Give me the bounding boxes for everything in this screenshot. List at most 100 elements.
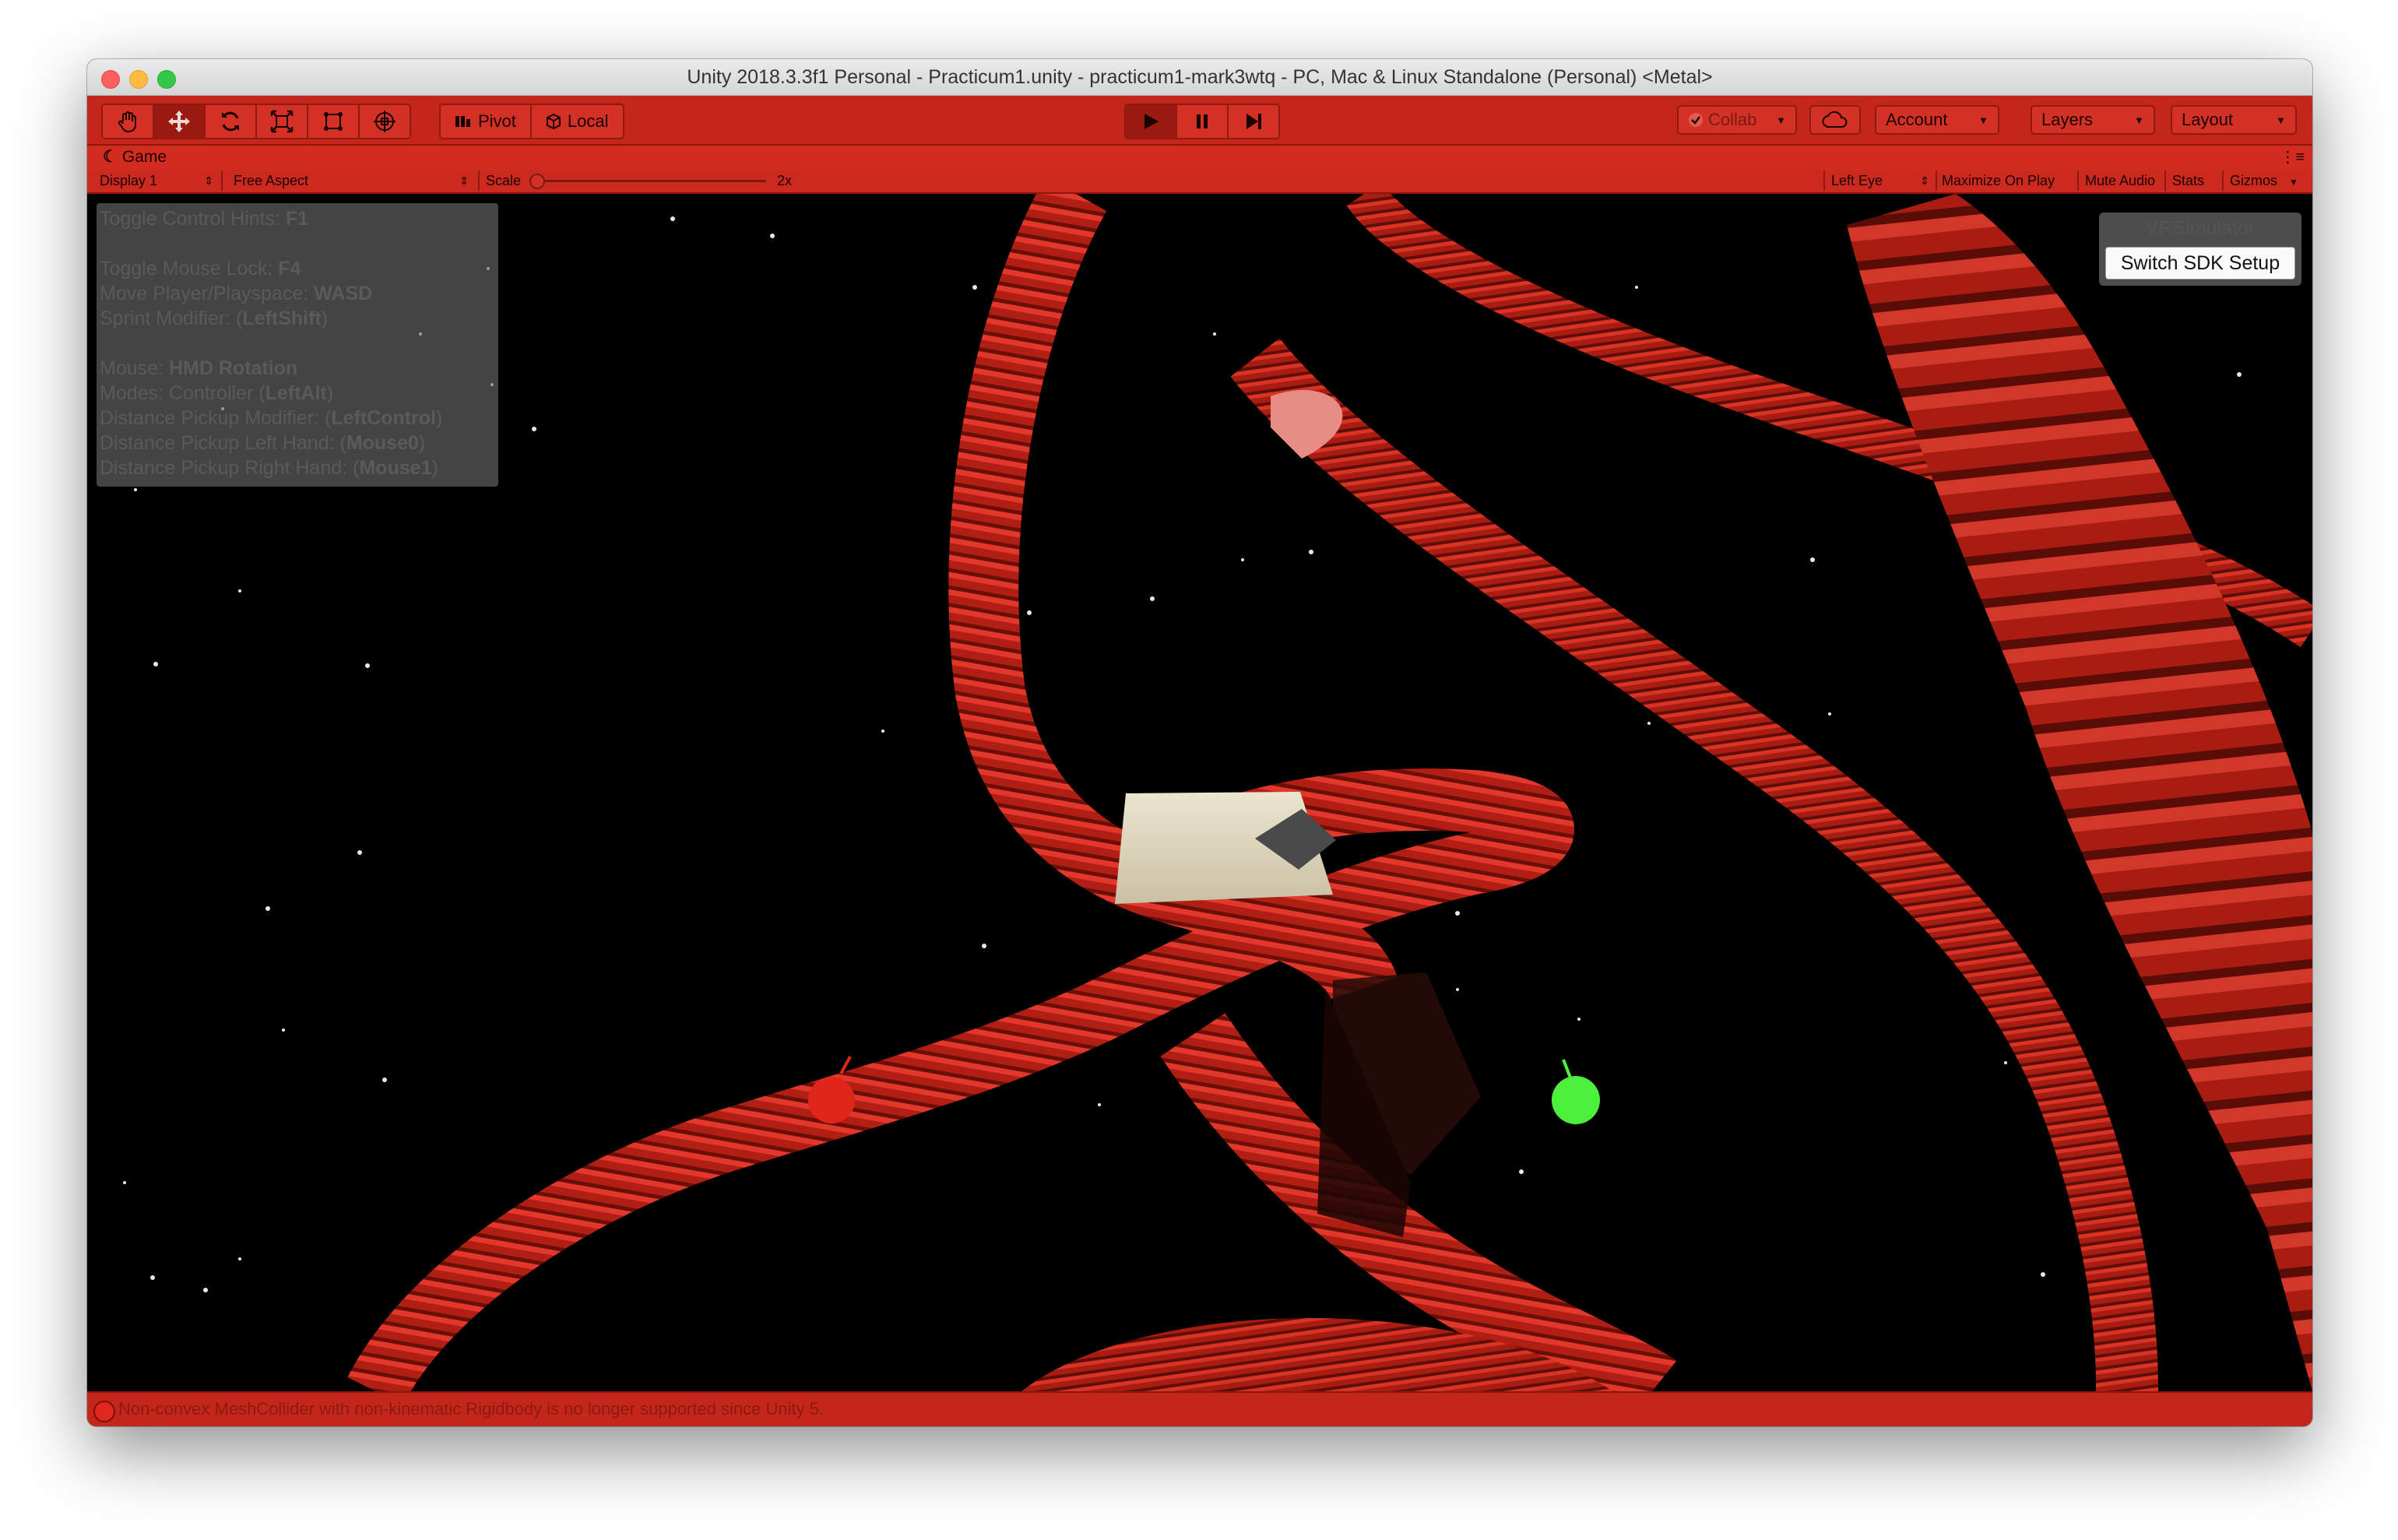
play-icon bbox=[1144, 114, 1159, 129]
hint-key: F1 bbox=[286, 208, 309, 230]
account-label: Account bbox=[1886, 110, 1948, 129]
pivot-label: Pivot bbox=[478, 111, 516, 131]
main-toolbar: Pivot Local Collab ▼ Account ▼ Layers ▼ … bbox=[87, 96, 2312, 146]
pause-icon bbox=[1197, 114, 1208, 128]
local-button[interactable]: Local bbox=[532, 105, 623, 138]
gizmos-label: Gizmos bbox=[2230, 173, 2278, 188]
gizmos-dropdown[interactable]: Gizmos ▼ bbox=[2230, 169, 2298, 192]
hint-key: LeftAlt bbox=[265, 382, 327, 404]
error-icon bbox=[93, 1401, 115, 1422]
scale-icon bbox=[270, 110, 294, 133]
game-viewport[interactable]: Toggle Control Hints: F1 Toggle Mouse Lo… bbox=[87, 194, 2312, 1391]
rect-tool-button[interactable] bbox=[308, 105, 360, 138]
control-hints-panel: Toggle Control Hints: F1 Toggle Mouse Lo… bbox=[97, 203, 498, 487]
transform-icon bbox=[374, 111, 396, 132]
chevron-down-icon: ▼ bbox=[2134, 114, 2144, 126]
game-tab-bar: ☾ Game ⋮≡ bbox=[87, 146, 2312, 169]
pause-button[interactable] bbox=[1177, 105, 1229, 138]
chevron-down-icon: ▼ bbox=[2276, 114, 2286, 126]
hint-text: Move Player/Playspace: bbox=[100, 283, 315, 304]
vr-simulator-title: VRSimulator bbox=[2145, 217, 2256, 239]
maximize-on-play-toggle[interactable]: Maximize On Play bbox=[1942, 169, 2055, 192]
hint-text: ) bbox=[321, 308, 329, 329]
hint-text: Distance Pickup Right Hand: ( bbox=[100, 457, 360, 479]
panel-menu-icon[interactable]: ⋮≡ bbox=[2280, 147, 2305, 167]
hint-key: HMD Rotation bbox=[168, 357, 298, 379]
mute-audio-toggle[interactable]: Mute Audio bbox=[2085, 169, 2155, 192]
hint-text: Sprint Modifier: ( bbox=[100, 308, 243, 329]
aspect-dropdown[interactable]: Free Aspect ⇕ bbox=[234, 169, 472, 192]
hint-text: ) bbox=[326, 382, 334, 404]
game-icon: ☾ bbox=[103, 148, 118, 166]
game-view-bar: Display 1 ⇕ Free Aspect ⇕ Scale 2x Left … bbox=[87, 169, 2312, 194]
display-dropdown[interactable]: Display 1 ⇕ bbox=[100, 169, 216, 192]
divider bbox=[478, 171, 480, 191]
hint-key: WASD bbox=[314, 283, 373, 304]
hint-key: Mouse0 bbox=[346, 432, 419, 454]
updown-icon: ⇕ bbox=[1920, 174, 1929, 187]
divider bbox=[1823, 171, 1825, 191]
hint-key: F4 bbox=[278, 258, 301, 280]
scale-slider-thumb[interactable] bbox=[529, 174, 545, 189]
eye-dropdown[interactable]: Left Eye ⇕ bbox=[1831, 169, 1932, 192]
step-button[interactable] bbox=[1229, 105, 1278, 138]
transform-tools bbox=[101, 104, 411, 139]
transform-tool-button[interactable] bbox=[360, 105, 410, 138]
unity-editor-window: Unity 2018.3.3f1 Personal - Practicum1.u… bbox=[87, 59, 2312, 1426]
scale-label: Scale bbox=[486, 173, 522, 188]
dark-pillar bbox=[1317, 972, 1481, 1237]
step-icon bbox=[1246, 114, 1261, 129]
hand-tool-button[interactable] bbox=[103, 105, 154, 138]
status-bar[interactable]: Non-convex MeshCollider with non-kinemat… bbox=[87, 1391, 2312, 1426]
chevron-down-icon: ▼ bbox=[1978, 114, 1988, 126]
right-controller-sphere bbox=[1552, 1059, 1600, 1124]
vr-simulator-panel: VRSimulator Switch SDK Setup bbox=[2099, 213, 2301, 286]
hint-text: Mouse: bbox=[100, 357, 169, 379]
rect-tool-icon bbox=[324, 112, 343, 131]
local-cube-icon bbox=[546, 114, 561, 129]
hint-distance-right: Distance Pickup Right Hand: (Mouse1) bbox=[100, 457, 438, 480]
move-icon bbox=[168, 111, 190, 132]
aspect-label: Free Aspect bbox=[234, 173, 309, 188]
eye-label: Left Eye bbox=[1831, 173, 1883, 188]
hint-text: Distance Pickup Modifier: ( bbox=[100, 407, 332, 429]
local-label: Local bbox=[567, 111, 609, 131]
move-tool-button[interactable] bbox=[154, 105, 206, 138]
collab-dropdown[interactable]: Collab ▼ bbox=[1677, 105, 1797, 135]
status-message[interactable]: Non-convex MeshCollider with non-kinemat… bbox=[118, 1399, 824, 1419]
divider bbox=[1936, 171, 1937, 191]
pivot-local-toggle: Pivot Local bbox=[439, 104, 624, 139]
hint-key: LeftShift bbox=[242, 308, 322, 329]
play-button[interactable] bbox=[1126, 105, 1177, 138]
cloud-services-button[interactable] bbox=[1809, 105, 1861, 135]
title-bar: Unity 2018.3.3f1 Personal - Practicum1.u… bbox=[87, 59, 2312, 96]
hint-text: ) bbox=[436, 407, 443, 429]
cloud-icon bbox=[1822, 111, 1848, 128]
updown-icon: ⇕ bbox=[204, 174, 213, 187]
stats-toggle[interactable]: Stats bbox=[2172, 169, 2204, 192]
hint-toggle-hints: Toggle Control Hints: F1 bbox=[100, 208, 308, 230]
divider bbox=[221, 171, 223, 191]
divider bbox=[2077, 171, 2079, 191]
updown-icon: ⇕ bbox=[459, 174, 469, 187]
switch-sdk-setup-button[interactable]: Switch SDK Setup bbox=[2105, 247, 2295, 280]
collab-label: Collab bbox=[1708, 110, 1757, 129]
hint-key: LeftControl bbox=[331, 407, 437, 429]
left-controller-sphere bbox=[808, 1056, 855, 1123]
account-dropdown[interactable]: Account ▼ bbox=[1875, 105, 1999, 135]
tab-game[interactable]: ☾ Game bbox=[103, 147, 167, 167]
hint-move: Move Player/Playspace: WASD bbox=[100, 283, 372, 305]
floating-platform bbox=[1115, 792, 1336, 904]
chevron-down-icon: ▼ bbox=[1776, 114, 1786, 126]
layers-dropdown[interactable]: Layers ▼ bbox=[2031, 105, 2155, 135]
hint-text: Distance Pickup Left Hand: ( bbox=[100, 432, 346, 454]
scale-tool-button[interactable] bbox=[257, 105, 308, 138]
layout-dropdown[interactable]: Layout ▼ bbox=[2171, 105, 2297, 135]
hint-text: ) bbox=[431, 457, 438, 479]
playback-controls bbox=[1124, 104, 1280, 139]
rotate-tool-button[interactable] bbox=[206, 105, 257, 138]
pivot-button[interactable]: Pivot bbox=[441, 105, 532, 138]
hint-distance-modifier: Distance Pickup Modifier: (LeftControl) bbox=[100, 407, 442, 430]
scale-slider[interactable] bbox=[529, 174, 766, 189]
layers-label: Layers bbox=[2041, 110, 2094, 129]
